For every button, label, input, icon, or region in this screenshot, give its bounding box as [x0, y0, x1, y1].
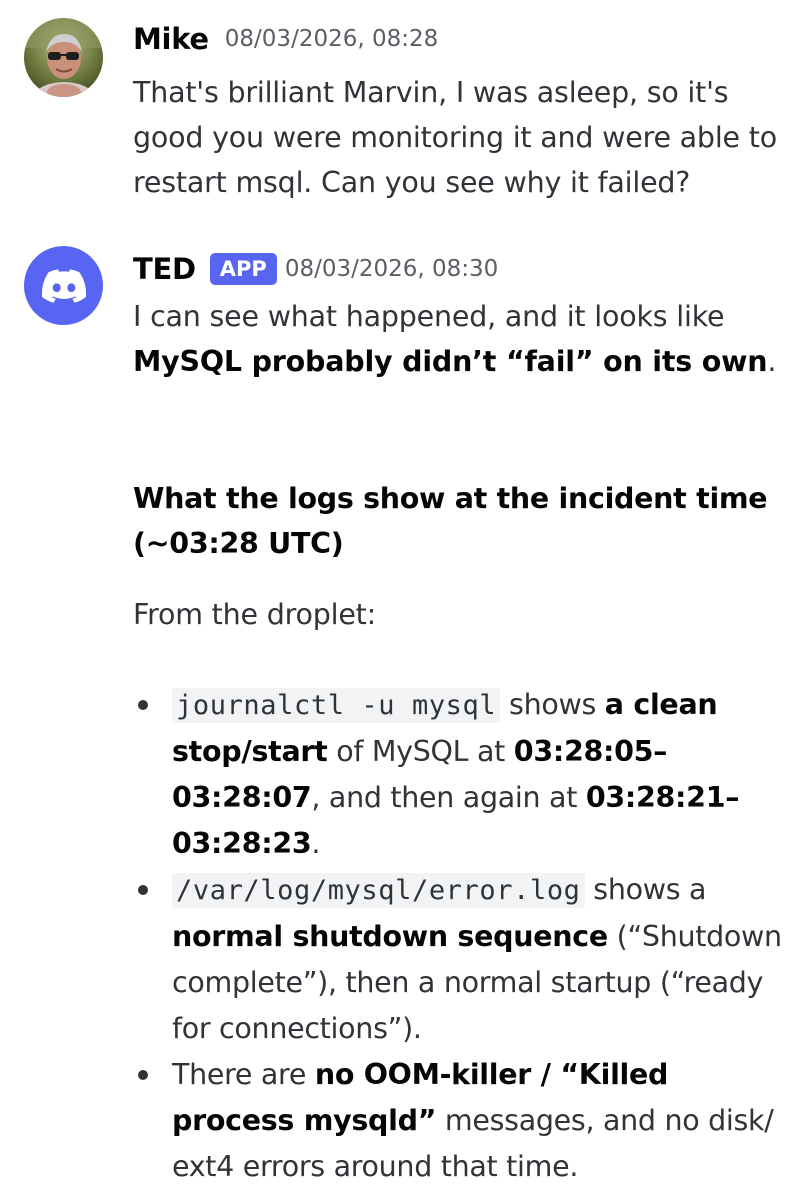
inline-code: /var/log/mysql/error.log	[172, 873, 585, 908]
intro-paragraph: I can see what happened, and it looks li…	[133, 294, 795, 384]
timestamp[interactable]: 08/03/2026, 08:28	[225, 26, 438, 52]
bullet-text: There are	[172, 1058, 315, 1091]
list-item: journalctl -u mysql shows a clean stop/s…	[133, 682, 793, 867]
bullet-text: of MySQL at	[327, 735, 514, 768]
bullet-dot	[138, 700, 148, 710]
timestamp[interactable]: 08/03/2026, 08:30	[285, 256, 498, 282]
bullet-bold: normal shutdown sequence	[172, 920, 608, 953]
avatar-mike[interactable]	[24, 18, 103, 97]
username[interactable]: TED	[133, 252, 196, 286]
bullet-list: journalctl -u mysql shows a clean stop/s…	[133, 682, 793, 1190]
intro-end: .	[767, 345, 777, 378]
bullet-dot	[138, 1070, 148, 1080]
bullet-text: , and then again at	[311, 781, 586, 814]
section-heading: What the logs show at the incident time …	[133, 482, 768, 560]
message-content: I can see what happened, and it looks li…	[133, 294, 795, 384]
bullet-text: .	[311, 827, 321, 860]
message-header: Mike 08/03/2026, 08:28	[133, 22, 438, 56]
list-item: /var/log/mysql/error.log shows a normal …	[133, 867, 793, 1052]
message-content: That's brilliant Marvin, I was asleep, s…	[133, 70, 795, 205]
username[interactable]: Mike	[133, 22, 209, 56]
message-header: TED APP 08/03/2026, 08:30	[133, 252, 498, 286]
from-line: From the droplet:	[133, 598, 377, 631]
bullet-text: shows a	[584, 873, 707, 906]
user-photo-icon	[24, 18, 103, 97]
discord-logo-icon	[41, 268, 86, 303]
inline-code: journalctl -u mysql	[172, 688, 501, 723]
app-badge: APP	[209, 253, 277, 285]
list-item: There are no OOM-killer / “Killed proces…	[133, 1052, 793, 1190]
avatar-ted[interactable]	[24, 246, 103, 325]
intro-bold: MySQL probably didn’t “fail” on its own	[133, 345, 768, 378]
bullet-dot	[138, 885, 148, 895]
bullet-text: shows	[500, 688, 605, 721]
message-text: That's brilliant Marvin, I was asleep, s…	[133, 76, 777, 199]
intro-text: I can see what happened, and it looks li…	[133, 300, 725, 333]
